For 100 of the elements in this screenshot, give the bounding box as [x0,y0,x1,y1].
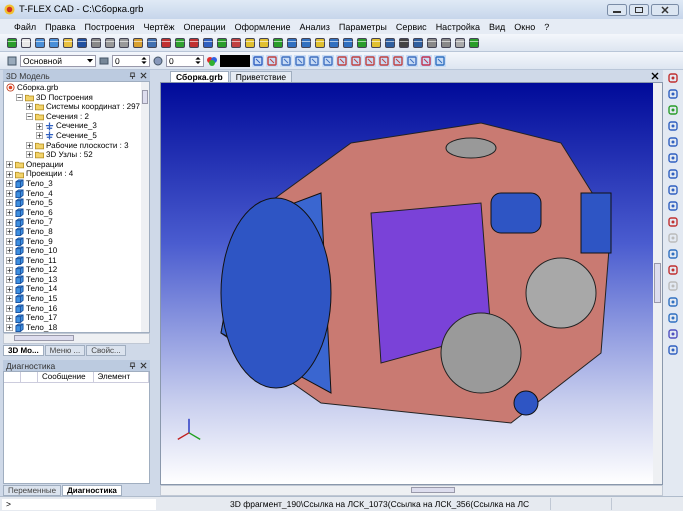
panel-tab[interactable]: Свойс... [86,345,126,356]
expander-icon[interactable] [6,228,13,236]
tree-item[interactable]: Тело_12 [26,265,58,275]
tree-item[interactable]: Сечение_3 [56,121,97,131]
color-swatch[interactable] [220,54,250,66]
palette-icon[interactable] [206,54,218,66]
expander-icon[interactable] [6,238,13,245]
scrollbar-thumb[interactable] [411,487,455,493]
menu-item[interactable]: ? [544,22,550,32]
menu-item[interactable]: Правка [45,22,76,32]
tree-item[interactable]: Тело_16 [26,304,58,314]
spinner-arrows-icon[interactable] [141,57,147,64]
panel-tab[interactable]: Меню ... [44,345,86,356]
tree-item[interactable]: Тело_4 [26,188,53,198]
panel-title: Диагностика [6,360,56,371]
tree-item[interactable]: Сечение_5 [56,130,97,141]
scrollbar-thumb[interactable] [142,90,148,104]
tree-item[interactable]: Тело_18 [26,322,58,332]
tree-item[interactable]: 3D Узлы : 52 [46,150,93,160]
expander-icon[interactable] [6,295,13,302]
expander-icon[interactable] [6,256,13,264]
viewport[interactable] [161,83,653,484]
menu-item[interactable]: Сервис [396,22,427,32]
expander-icon[interactable] [26,103,33,110]
menu-item[interactable]: Анализ [299,22,330,32]
tree-item[interactable]: Тело_17 [26,313,58,323]
close-icon[interactable] [140,72,147,79]
expander-icon[interactable] [6,218,13,226]
pin-icon[interactable] [129,362,136,370]
expander-icon[interactable] [6,161,13,168]
menu-item[interactable]: Вид [489,22,506,32]
menu-item[interactable]: Построения [84,22,135,32]
menu-item[interactable]: Чертёж [144,22,174,32]
expander-icon[interactable] [6,209,13,216]
tree-item[interactable]: Тело_10 [26,246,58,256]
tree-item[interactable]: Системы координат : 297 [46,102,140,112]
expander-icon[interactable] [6,314,13,322]
tree-item[interactable]: Тело_15 [26,294,58,304]
close-icon[interactable] [651,72,659,80]
tree-item[interactable]: Тело_8 [26,226,53,236]
status-text: 3D фрагмент_190\Ссылка на ЛСК_1073(Ссылка на ЛСК_356(Ссылка на ЛС [229,499,530,509]
menu-item[interactable]: Настройка [436,22,480,32]
menu-item[interactable]: Файл [14,22,36,32]
tree-item[interactable]: Тело_14 [26,284,58,294]
tree-item[interactable]: Тело_7 [26,217,53,227]
spinner-arrows-icon[interactable] [195,57,201,64]
expander-icon[interactable] [6,324,13,332]
minimize-icon[interactable] [607,4,627,16]
expander-icon[interactable] [6,266,13,274]
scrollbar-thumb[interactable] [14,335,74,342]
document-tab[interactable]: Сборка.grb [170,71,229,82]
tree-item[interactable]: Тело_9 [26,236,53,246]
menu-item[interactable]: Операции [184,22,226,32]
tree-item[interactable]: Сборка.grb [17,83,58,93]
expander-icon[interactable] [6,170,13,178]
app-logo-icon [4,4,15,15]
tree-item[interactable]: Тело_6 [26,208,53,218]
panel-tab[interactable]: Диагностика [62,485,122,496]
section-plane-icon [45,131,54,140]
expander-icon[interactable] [26,142,33,149]
scrollbar-thumb[interactable] [654,263,661,303]
expander-icon[interactable] [26,151,33,158]
menu-item[interactable]: Окно [514,22,536,32]
panel-title: 3D Модель [6,70,50,80]
column-header[interactable]: Элемент [94,372,149,382]
expander-icon[interactable] [6,276,13,284]
tree-item[interactable]: Тело_5 [26,198,53,208]
menu-item[interactable]: Оформление [234,22,290,32]
expander-icon[interactable] [26,113,33,120]
priority-spinner[interactable]: 0 [166,54,204,66]
pin-icon[interactable] [129,72,136,79]
document-tab[interactable]: Приветствие [230,71,292,82]
close-icon[interactable] [140,362,147,370]
window-title: T-FLEX CAD - C:\Сборка.grb [19,4,144,15]
menu-item[interactable]: Параметры [338,22,387,32]
style-dropdown[interactable]: Основной [20,54,96,66]
panel-tab[interactable]: 3D Мо... [3,345,44,356]
tree-item[interactable]: Сечения : 2 [46,112,89,122]
close-icon[interactable] [651,4,679,16]
column-header[interactable]: Сообщение [38,372,94,382]
expander-icon[interactable] [6,180,13,188]
tree-item[interactable]: Операции [26,160,64,170]
expander-icon[interactable] [6,286,13,293]
tree-item[interactable]: Тело_13 [26,274,58,284]
caret-icon[interactable] [87,57,93,64]
expander-icon[interactable] [36,132,43,140]
expander-icon[interactable] [36,122,43,130]
expander-icon[interactable] [6,247,13,254]
expander-icon[interactable] [16,94,23,101]
tree-item[interactable]: Проекции : 4 [26,169,74,179]
expander-icon[interactable] [6,190,13,197]
maximize-icon[interactable] [629,4,649,16]
layer-spinner[interactable]: 0 [112,54,150,66]
tree-item[interactable]: 3D Построения [36,92,93,102]
expander-icon[interactable] [6,304,13,312]
expander-icon[interactable] [6,199,13,206]
panel-tab[interactable]: Переменные [3,485,62,496]
tree-item[interactable]: Тело_11 [26,256,57,266]
tree-item[interactable]: Тело_3 [26,178,53,189]
tree-item[interactable]: Рабочие плоскости : 3 [46,140,129,150]
